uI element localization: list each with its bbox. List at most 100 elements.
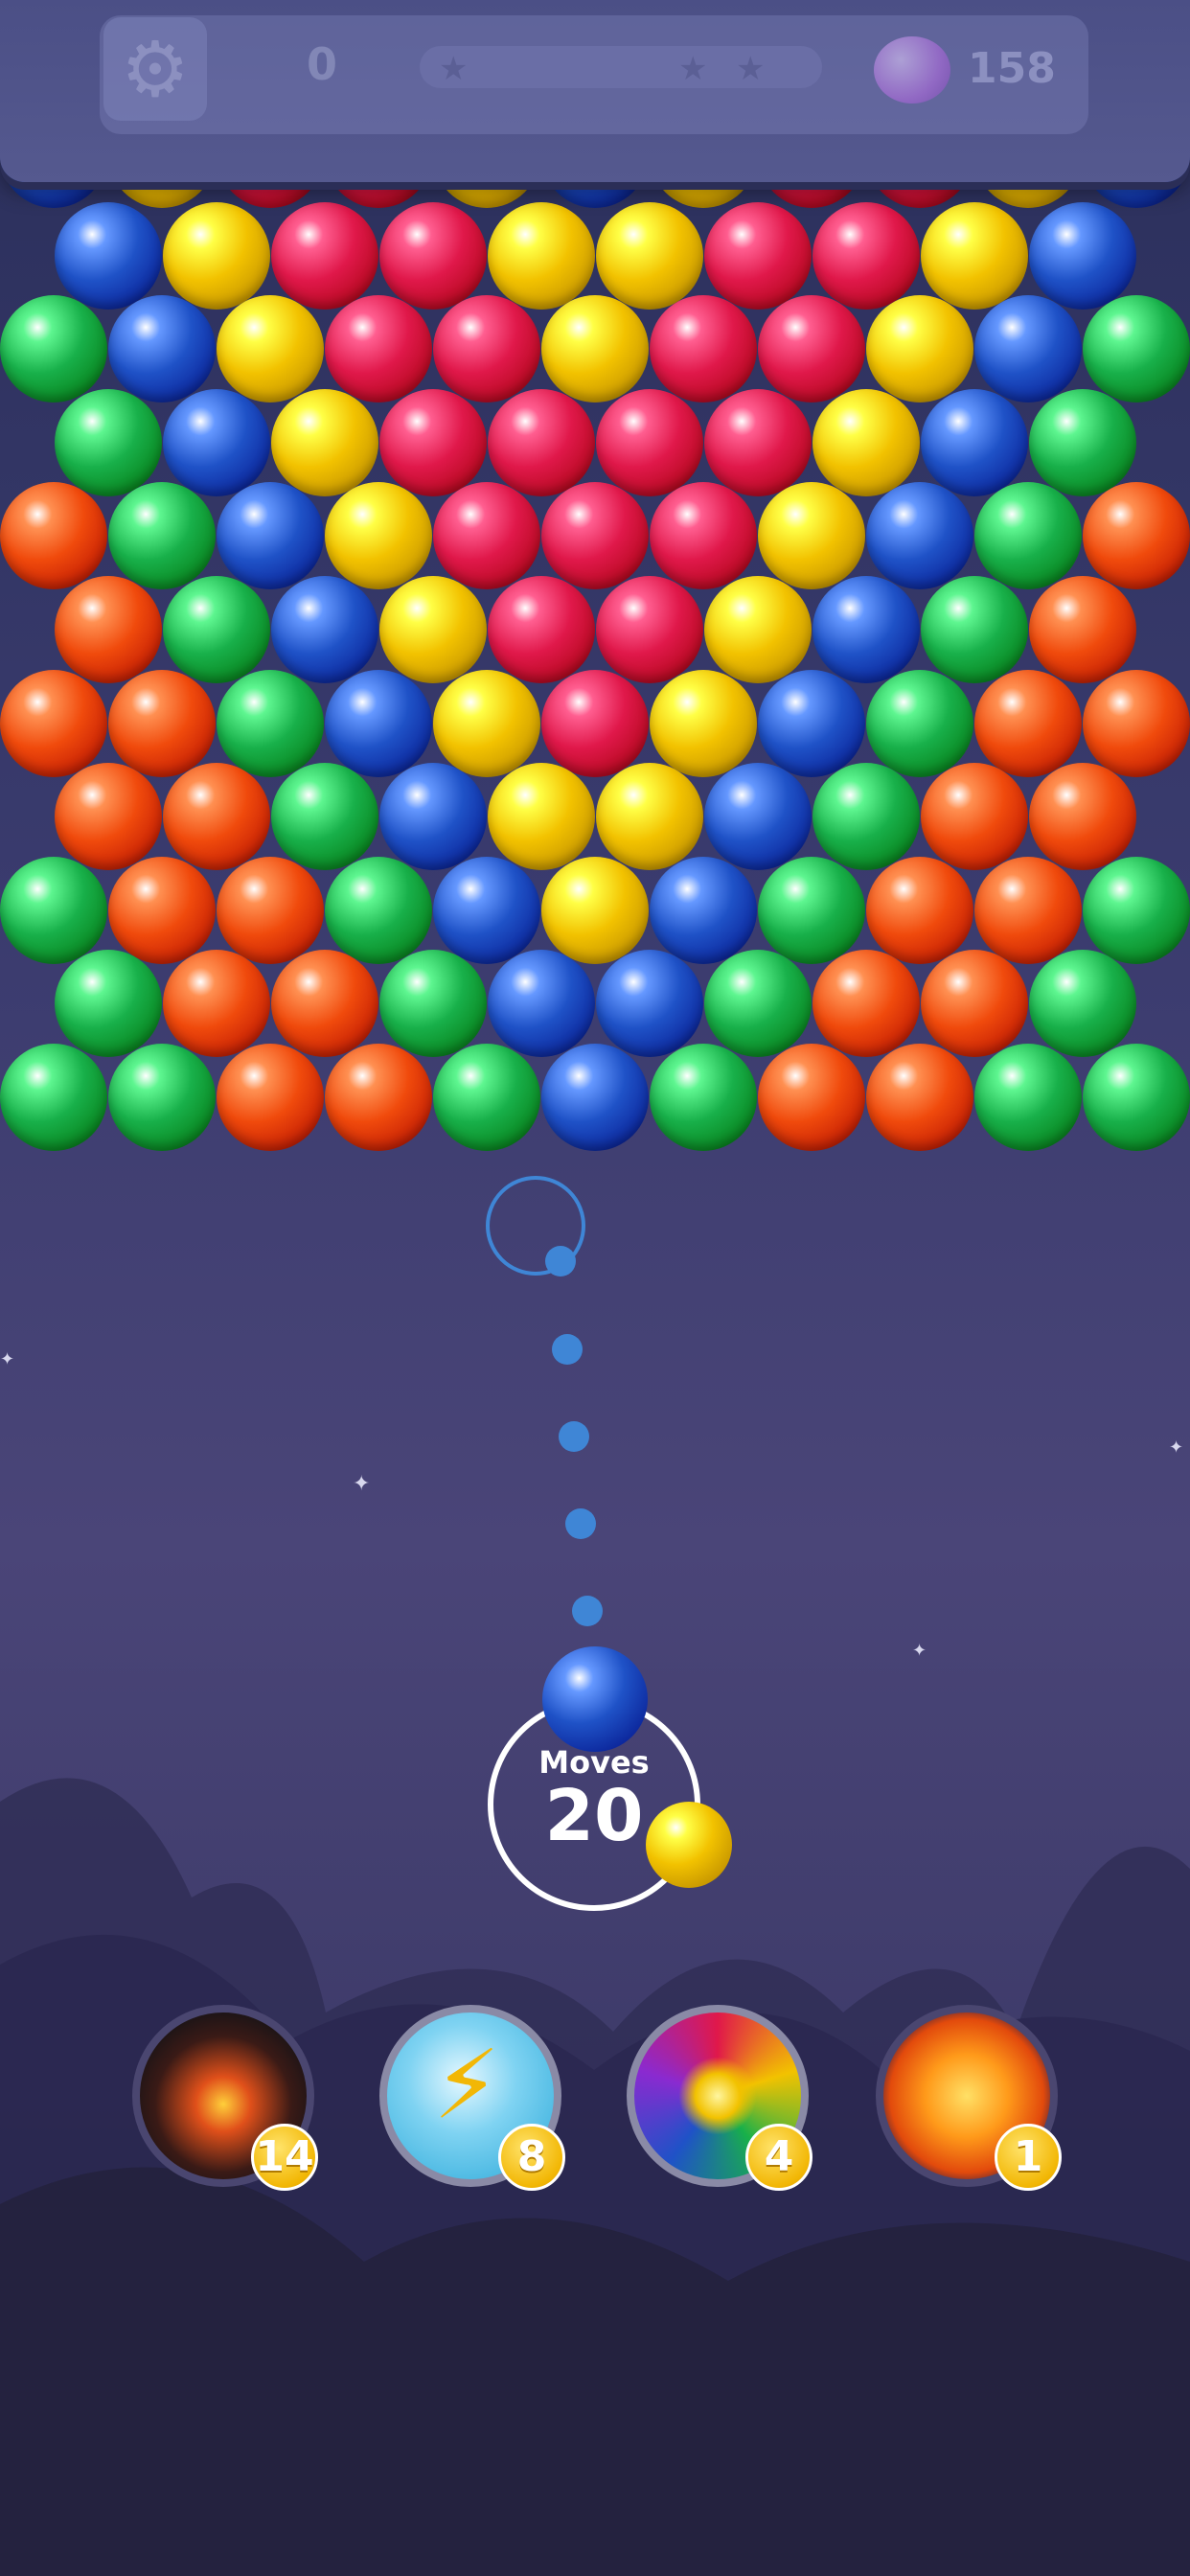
bubble-orange xyxy=(758,1044,865,1151)
bubble-green xyxy=(0,1044,107,1151)
bubble-red xyxy=(703,201,812,310)
bubble-green xyxy=(1083,856,1190,964)
bubble-red xyxy=(595,576,703,683)
bubble-green xyxy=(866,669,973,777)
progress-star-icon: ★ xyxy=(678,50,708,88)
bubble-yellow xyxy=(758,482,865,590)
next-bubble[interactable] xyxy=(646,1802,732,1888)
booster-count-badge: 8 xyxy=(498,2124,565,2191)
coin-count: 158 xyxy=(968,44,1056,93)
aim-dot xyxy=(565,1508,596,1539)
current-bubble[interactable] xyxy=(542,1646,648,1752)
gear-icon: ⚙ xyxy=(121,24,190,114)
bubble-red xyxy=(325,295,432,403)
bubble-blue xyxy=(812,576,920,683)
bubble-orange xyxy=(0,482,107,590)
aim-dot xyxy=(559,1421,589,1452)
bubble-green xyxy=(920,576,1028,683)
bubble-orange xyxy=(162,950,270,1058)
bubble-orange xyxy=(1083,669,1190,777)
bubble-orange xyxy=(54,576,162,683)
bubble-green xyxy=(217,669,324,777)
fireball-booster[interactable]: 1 xyxy=(876,2005,1062,2191)
bubble-orange xyxy=(866,1044,973,1151)
bubble-blue xyxy=(920,388,1028,496)
bubble-blue xyxy=(270,576,378,683)
bubble-green xyxy=(1028,950,1136,1058)
bubble-red xyxy=(812,201,920,310)
progress-star-icon: ★ xyxy=(736,50,766,88)
background-star: ✦ xyxy=(0,1349,15,1369)
bubble-yellow xyxy=(595,201,703,310)
bubble-blue xyxy=(650,856,757,964)
bubble-red xyxy=(378,388,487,496)
bubble-orange xyxy=(270,950,378,1058)
bubble-green xyxy=(325,856,432,964)
bubble-orange xyxy=(920,950,1028,1058)
bubble-blue xyxy=(595,950,703,1058)
bubble-red xyxy=(541,482,649,590)
bubble-yellow xyxy=(541,295,649,403)
bubble-red xyxy=(541,669,649,777)
bubble-orange xyxy=(108,856,216,964)
bubble-orange xyxy=(920,763,1028,871)
bubble-red xyxy=(487,388,595,496)
bubble-green xyxy=(1083,1044,1190,1151)
bubble-blue xyxy=(162,388,270,496)
bubble-blue xyxy=(541,1044,649,1151)
top-hud: ⚙ 0 ★ ★ ★ 158 xyxy=(0,0,1190,182)
bubble-orange xyxy=(1028,576,1136,683)
bubble-orange xyxy=(325,1044,432,1151)
rainbow-booster[interactable]: 4 xyxy=(627,2005,812,2191)
bubble-orange xyxy=(0,669,107,777)
bubble-red xyxy=(758,295,865,403)
heart-gem-icon xyxy=(874,36,950,104)
bubble-orange xyxy=(866,856,973,964)
score-progress-bar: ★ ★ ★ xyxy=(420,46,822,88)
bubble-green xyxy=(0,856,107,964)
bubble-red xyxy=(595,388,703,496)
bubble-red xyxy=(703,388,812,496)
aim-dot xyxy=(572,1596,603,1626)
bubble-yellow xyxy=(541,856,649,964)
bubble-green xyxy=(758,856,865,964)
bubble-blue xyxy=(325,669,432,777)
bubble-green xyxy=(974,1044,1082,1151)
bubble-green xyxy=(703,950,812,1058)
bubble-green xyxy=(54,950,162,1058)
bubble-red xyxy=(433,295,540,403)
bubble-orange xyxy=(217,856,324,964)
bubble-green xyxy=(162,576,270,683)
aim-dot xyxy=(552,1334,583,1365)
bubble-red xyxy=(433,482,540,590)
bubble-orange xyxy=(54,763,162,871)
bubble-green xyxy=(108,1044,216,1151)
rainbow-ball-icon xyxy=(678,2057,757,2135)
bubble-blue xyxy=(487,950,595,1058)
bubble-blue xyxy=(217,482,324,590)
bubble-red xyxy=(650,482,757,590)
bubble-yellow xyxy=(162,201,270,310)
background-star: ✦ xyxy=(912,1641,927,1661)
bubble-green xyxy=(270,763,378,871)
bubble-green xyxy=(433,1044,540,1151)
bubble-green xyxy=(1028,388,1136,496)
bubble-yellow xyxy=(378,576,487,683)
bubble-orange xyxy=(1083,482,1190,590)
bubble-green xyxy=(974,482,1082,590)
aim-dot xyxy=(545,1246,576,1276)
bubble-yellow xyxy=(703,576,812,683)
bubble-orange xyxy=(217,1044,324,1151)
bubble-yellow xyxy=(650,669,757,777)
bubble-green xyxy=(54,388,162,496)
bubble-yellow xyxy=(866,295,973,403)
lightning-booster[interactable]: ⚡ 8 xyxy=(379,2005,565,2191)
bubble-blue xyxy=(378,763,487,871)
score-value: 0 xyxy=(307,38,338,90)
background-star: ✦ xyxy=(353,1472,371,1496)
bubble-yellow xyxy=(433,669,540,777)
settings-button[interactable]: ⚙ xyxy=(103,17,207,121)
bubble-green xyxy=(378,950,487,1058)
lightning-icon: ⚡ xyxy=(433,2029,501,2141)
bomb-booster[interactable]: 14 xyxy=(132,2005,318,2191)
